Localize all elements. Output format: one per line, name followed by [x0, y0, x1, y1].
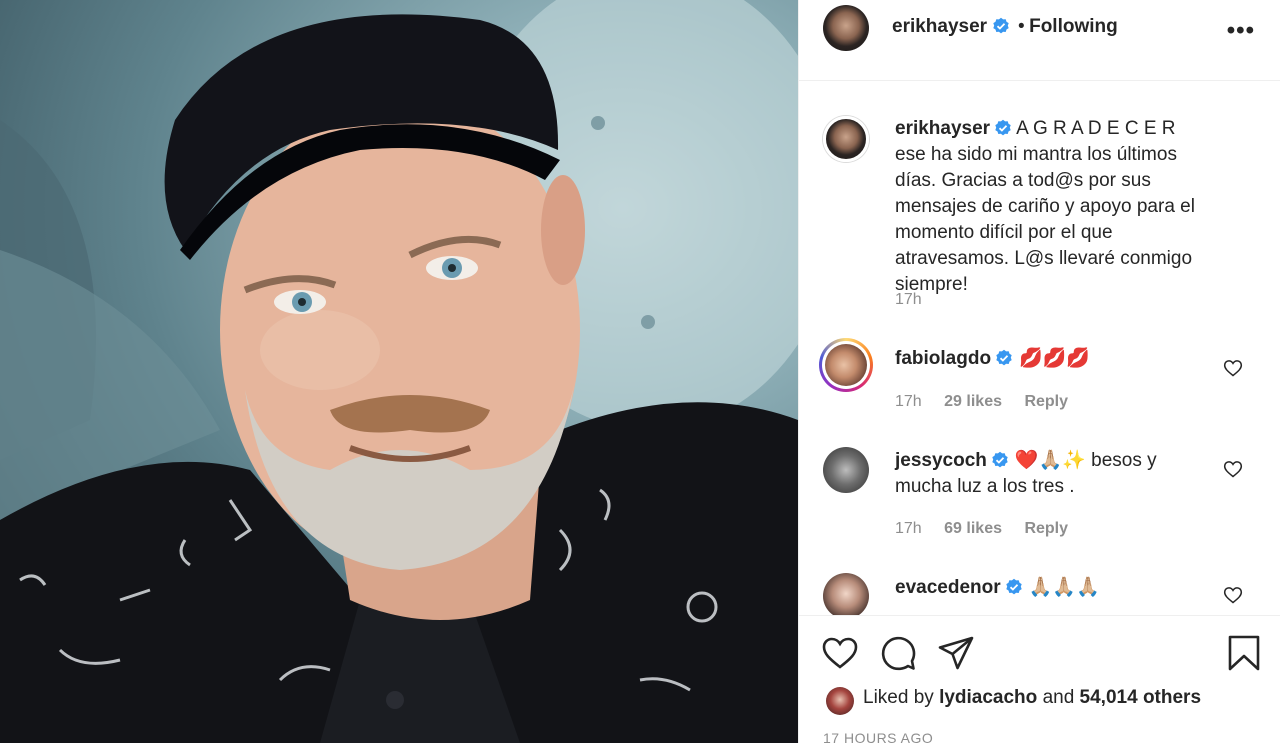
caption-time: 17h [895, 291, 922, 308]
comment-text-block: fabiolagdo 💋💋💋 [895, 346, 1195, 372]
bookmark-icon[interactable] [1225, 634, 1263, 672]
author-avatar[interactable] [823, 5, 869, 51]
comment-text-block: jessycoch ❤️🙏🏼✨ besos y mucha luz a los … [895, 448, 1195, 500]
comment-icon[interactable] [879, 634, 917, 672]
comment-username[interactable]: fabiolagdo [895, 348, 991, 369]
verified-badge-icon [1005, 578, 1022, 595]
post-timestamp[interactable]: 17 HOURS AGO [823, 730, 933, 743]
verified-badge-icon [992, 451, 1008, 468]
comment-like-heart-icon[interactable] [1223, 459, 1243, 479]
comment-text: 🙏🏼🙏🏼🙏🏼 [1028, 577, 1100, 598]
liker-avatar[interactable] [826, 687, 854, 715]
comment-text-block: evacedenor 🙏🏼🙏🏼🙏🏼 [895, 575, 1195, 601]
comment-like-heart-icon[interactable] [1223, 358, 1243, 378]
comment-username[interactable]: evacedenor [895, 577, 1001, 598]
separator-dot: • [1017, 16, 1025, 37]
author-username[interactable]: erikhayser [892, 16, 987, 37]
comment-time: 17h [895, 393, 922, 410]
comment-text: 💋💋💋 [1019, 348, 1091, 369]
likes-middle: and [1042, 687, 1075, 708]
post-header: erikhayser • Following ••• [799, 0, 1280, 81]
caption-username[interactable]: erikhayser [895, 118, 990, 139]
heart-icon[interactable] [821, 634, 859, 672]
caption-meta: 17h [895, 291, 940, 309]
comment-meta: 17h 69 likes Reply [895, 520, 1086, 538]
comment-likes[interactable]: 29 likes [944, 393, 1002, 410]
comments-list[interactable]: erikhayser A G R A D E C E R ese ha sido… [799, 82, 1280, 615]
comment-likes[interactable]: 69 likes [944, 520, 1002, 537]
verified-badge-icon [996, 349, 1012, 366]
verified-badge-icon [995, 119, 1011, 136]
comment-like-heart-icon[interactable] [1223, 585, 1243, 605]
comment-username[interactable]: jessycoch [895, 450, 987, 471]
verified-badge-icon [992, 17, 1009, 34]
caption-text: A G R A D E C E R ese ha sido mi mantra … [895, 118, 1195, 295]
likes-summary[interactable]: Liked by lydiacacho and 54,014 others [863, 687, 1201, 709]
post-side-panel: erikhayser • Following ••• erikhayser A … [798, 0, 1280, 743]
comment-avatar[interactable] [825, 344, 867, 386]
caption-avatar[interactable] [823, 116, 869, 162]
reply-button[interactable]: Reply [1024, 393, 1068, 410]
liker-username[interactable]: lydiacacho [939, 687, 1037, 708]
more-icon[interactable]: ••• [1227, 17, 1255, 45]
following-button[interactable]: Following [1029, 16, 1118, 37]
likes-prefix: Liked by [863, 687, 934, 708]
post-photo[interactable] [0, 0, 798, 743]
author-line: erikhayser • Following [892, 16, 1118, 38]
comment-time: 17h [895, 520, 922, 537]
caption-text-block: erikhayser A G R A D E C E R ese ha sido… [895, 116, 1195, 298]
comment-avatar[interactable] [823, 447, 869, 493]
share-icon[interactable] [937, 634, 975, 672]
comment-avatar[interactable] [823, 573, 869, 615]
comment-meta: 17h 29 likes Reply [895, 393, 1086, 411]
photo-illustration [0, 0, 798, 743]
likes-count[interactable]: 54,014 others [1080, 687, 1201, 708]
post-actions: Liked by lydiacacho and 54,014 others 17… [799, 615, 1280, 743]
reply-button[interactable]: Reply [1024, 520, 1068, 537]
